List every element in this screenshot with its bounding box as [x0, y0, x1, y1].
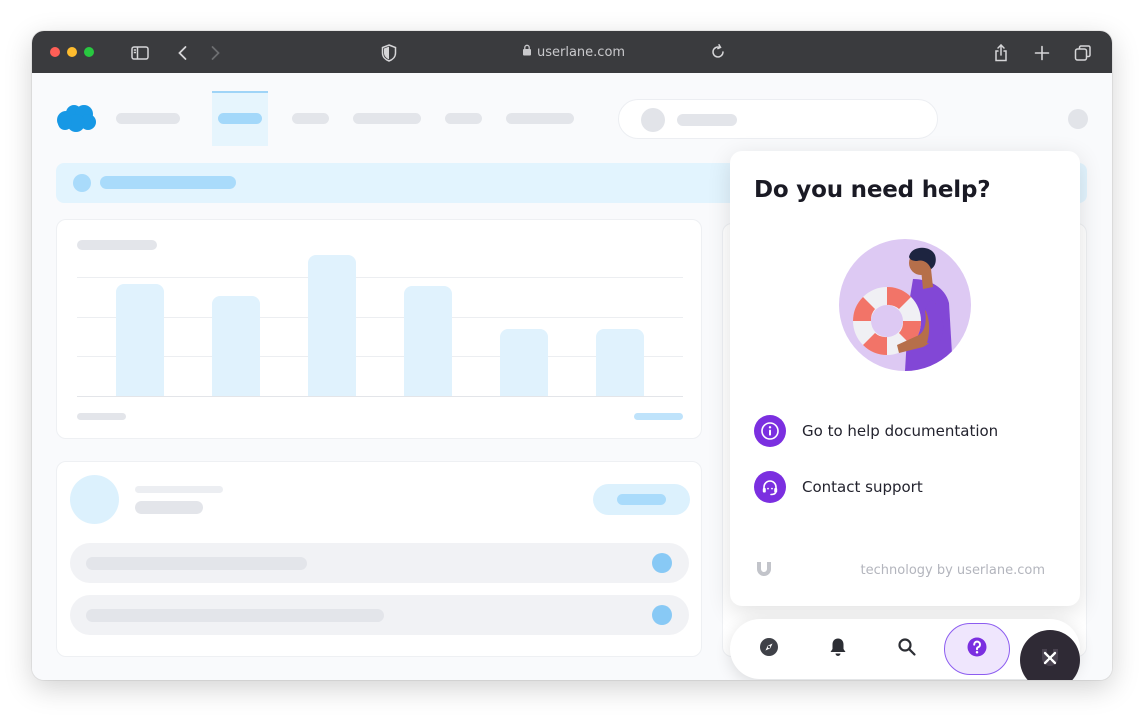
list-item[interactable]: [70, 595, 689, 635]
contact-support-label: Contact support: [802, 478, 923, 496]
forward-icon[interactable]: [205, 43, 225, 63]
search-button[interactable]: [874, 623, 940, 675]
minimize-window-button[interactable]: [67, 47, 77, 57]
help-button[interactable]: [944, 623, 1010, 675]
global-search-box[interactable]: [618, 99, 938, 139]
compass-button[interactable]: [736, 623, 802, 675]
chart-card: [56, 219, 702, 439]
chart-title-line: [77, 240, 157, 250]
powered-by-text: technology by userlane.com: [860, 563, 1045, 578]
record-avatar: [70, 475, 119, 524]
chart-footer-line: [77, 413, 126, 420]
list-card: [56, 461, 702, 657]
tabs-icon[interactable]: [1073, 43, 1093, 63]
contact-support-link[interactable]: Contact support: [754, 471, 923, 503]
lifebuoy-illustration: [839, 239, 971, 371]
chart-link-line[interactable]: [634, 413, 683, 420]
browser-toolbar: userlane.com: [32, 31, 1112, 73]
banner-icon: [73, 174, 91, 192]
gridline: [77, 356, 683, 357]
close-icon: [1037, 645, 1063, 676]
info-icon: [754, 415, 786, 447]
search-placeholder-line: [677, 114, 737, 126]
close-window-button[interactable]: [50, 47, 60, 57]
record-action-button[interactable]: [593, 484, 690, 515]
banner-text-line: [100, 176, 236, 189]
list-item-text-line: [86, 557, 307, 570]
notifications-button[interactable]: [805, 623, 871, 675]
nav-item-5[interactable]: [445, 113, 482, 124]
gridline: [77, 277, 683, 278]
gridline: [77, 317, 683, 318]
chart-bar: [116, 284, 164, 396]
search-avatar: [641, 108, 665, 132]
help-panel: Do you need help? Go to help documentati…: [730, 151, 1080, 606]
record-title-line: [135, 501, 203, 514]
chart-bar: [308, 255, 356, 396]
list-item[interactable]: [70, 543, 689, 583]
help-icon: [966, 636, 988, 663]
help-documentation-label: Go to help documentation: [802, 422, 999, 440]
search-icon: [896, 636, 918, 663]
chart-bar: [500, 329, 548, 396]
nav-item-4[interactable]: [353, 113, 421, 124]
back-icon[interactable]: [173, 43, 193, 63]
chart-bar: [596, 329, 644, 396]
salesforce-cloud-logo[interactable]: [54, 102, 98, 134]
lock-icon: [522, 44, 532, 60]
shield-icon[interactable]: [379, 43, 399, 63]
url-text: userlane.com: [537, 44, 626, 60]
nav-item-2[interactable]: [218, 113, 262, 124]
chart-baseline: [77, 396, 683, 397]
record-action-label-line: [617, 494, 666, 505]
web-page: Do you need help? Go to help documentati…: [32, 73, 1112, 680]
list-item-text-line: [86, 609, 384, 622]
record-subtitle-line: [135, 486, 223, 493]
address-bar[interactable]: userlane.com: [522, 44, 625, 60]
chart-bar: [212, 296, 260, 396]
new-tab-icon[interactable]: [1032, 43, 1052, 63]
bell-icon: [827, 636, 849, 663]
nav-item-6[interactable]: [506, 113, 574, 124]
maximize-window-button[interactable]: [84, 47, 94, 57]
browser-window: userlane.com Do you need help? Go to hel…: [32, 31, 1112, 680]
nav-item-1[interactable]: [116, 113, 180, 124]
sidebar-icon[interactable]: [130, 43, 150, 63]
userlane-logo-icon: [754, 559, 774, 579]
chart-bar: [404, 286, 452, 396]
list-item-status-dot: [652, 605, 672, 625]
share-icon[interactable]: [991, 43, 1011, 63]
reload-icon[interactable]: [708, 42, 728, 62]
headset-icon: [754, 471, 786, 503]
user-avatar[interactable]: [1068, 109, 1088, 129]
help-title: Do you need help?: [754, 177, 991, 203]
compass-icon: [758, 636, 780, 663]
help-documentation-link[interactable]: Go to help documentation: [754, 415, 998, 447]
list-item-status-dot: [652, 553, 672, 573]
nav-item-3[interactable]: [292, 113, 329, 124]
